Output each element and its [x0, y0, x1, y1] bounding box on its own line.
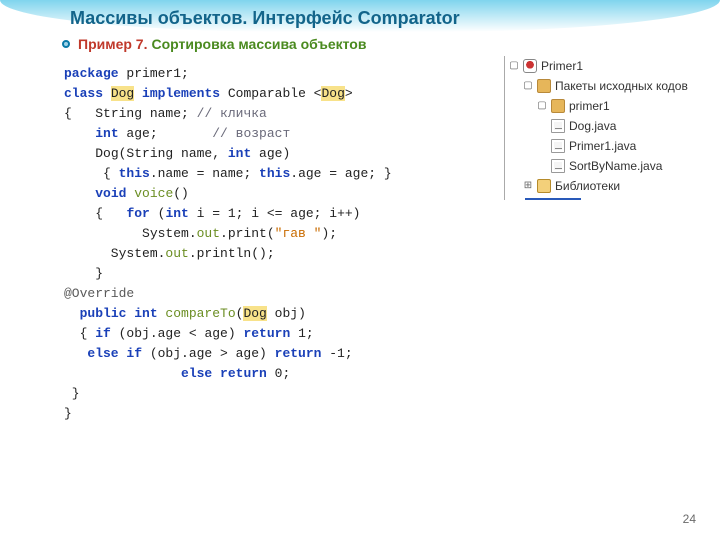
code-block: package primer1; class Dog implements Co… — [64, 64, 494, 524]
expand-icon[interactable]: ▢ — [537, 96, 547, 116]
slide-title: Массивы объектов. Интерфейс Comparator — [70, 8, 460, 29]
tree-libraries[interactable]: ⊞ Библиотеки — [509, 176, 704, 196]
tree-label: Библиотеки — [555, 176, 620, 196]
tree-label: primer1 — [569, 96, 610, 116]
tree-label: Primer1.java — [569, 136, 636, 156]
coffee-cup-icon — [523, 59, 537, 73]
expand-icon[interactable]: ▢ — [523, 76, 533, 96]
expand-icon[interactable]: ▢ — [509, 56, 519, 76]
expand-icon[interactable]: ⊞ — [523, 176, 533, 196]
tree-file[interactable]: Primer1.java — [509, 136, 704, 156]
tree-file[interactable]: Dog.java — [509, 116, 704, 136]
java-file-icon — [551, 159, 565, 173]
package-folder-icon — [537, 79, 551, 93]
tree-label: Primer1 — [541, 56, 583, 76]
tree-label: Пакеты исходных кодов — [555, 76, 688, 96]
subtitle: Пример 7. Сортировка массива объектов — [62, 36, 366, 52]
page-number: 24 — [683, 512, 696, 526]
package-icon — [551, 99, 565, 113]
tree-package[interactable]: ▢ primer1 — [509, 96, 704, 116]
tree-label: SortByName.java — [569, 156, 662, 176]
project-tree: ▢ Primer1 ▢ Пакеты исходных кодов ▢ prim… — [504, 56, 704, 200]
tree-src-packages[interactable]: ▢ Пакеты исходных кодов — [509, 76, 704, 96]
tree-file[interactable]: SortByName.java — [509, 156, 704, 176]
bullet-icon — [62, 40, 70, 48]
underline-accent — [525, 198, 581, 200]
java-file-icon — [551, 119, 565, 133]
subtitle-green: Сортировка массива объектов — [151, 36, 366, 52]
subtitle-red: Пример 7. — [78, 36, 147, 52]
tree-root[interactable]: ▢ Primer1 — [509, 56, 704, 76]
library-icon — [537, 179, 551, 193]
java-file-icon — [551, 139, 565, 153]
tree-label: Dog.java — [569, 116, 616, 136]
